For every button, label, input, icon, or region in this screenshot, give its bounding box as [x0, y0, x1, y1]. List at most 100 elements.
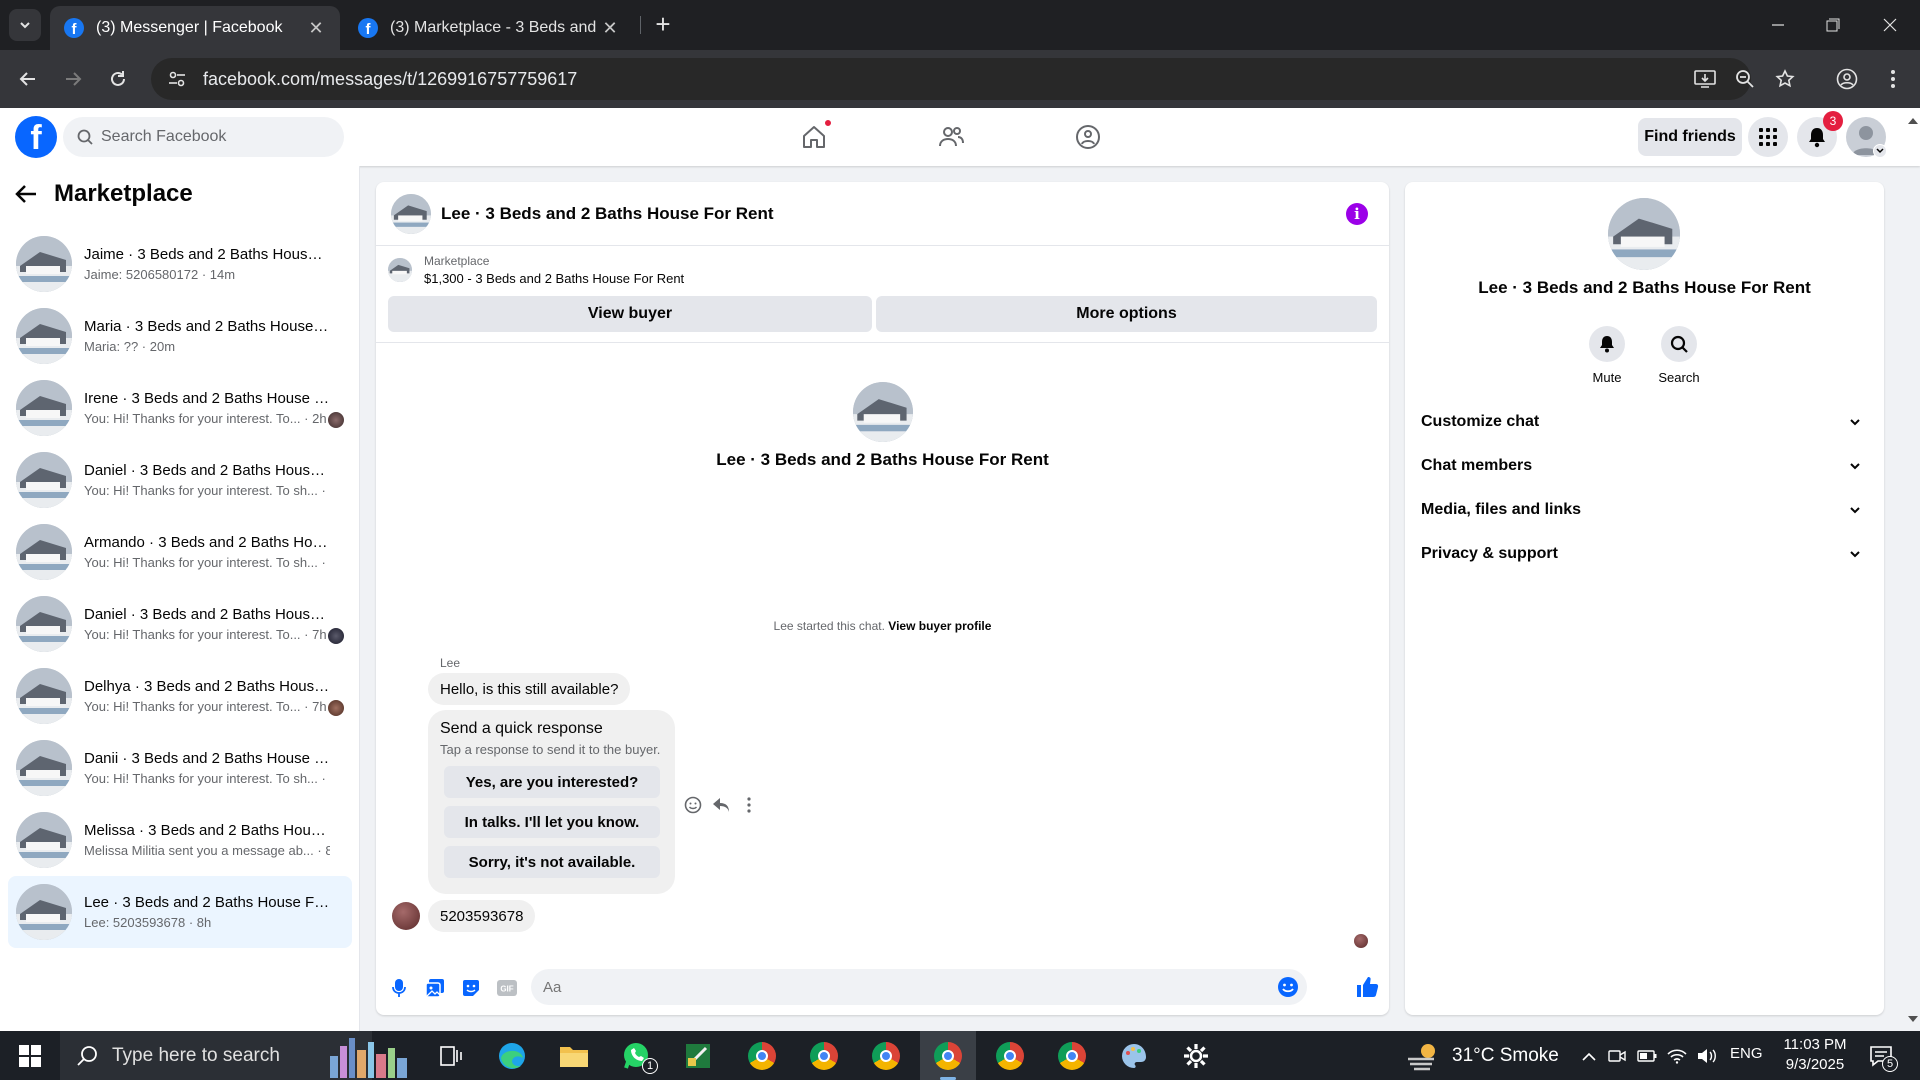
view-buyer-button[interactable]: View buyer — [388, 296, 872, 332]
sender-avatar[interactable] — [392, 902, 420, 930]
conversation-item[interactable]: Irene · 3 Beds and 2 Baths House For Ren… — [8, 372, 352, 444]
menu-button[interactable] — [1748, 117, 1788, 157]
wifi-icon[interactable] — [1666, 1045, 1688, 1067]
attach-media-button[interactable] — [424, 977, 446, 999]
conversation-item[interactable]: Daniel · 3 Beds and 2 Baths House For Re… — [8, 444, 352, 516]
chrome-profile-d[interactable] — [982, 1031, 1038, 1080]
gif-button[interactable]: GIF — [496, 977, 518, 999]
conversation-item[interactable]: Maria · 3 Beds and 2 Baths House For Ren… — [8, 300, 352, 372]
meet-now-icon[interactable] — [1606, 1045, 1628, 1067]
buyer-avatar-large[interactable] — [853, 382, 913, 442]
taskbar-search-input[interactable] — [112, 1044, 352, 1067]
view-buyer-profile-link[interactable]: View buyer profile — [888, 619, 991, 633]
conversation-item[interactable]: Armando · 3 Beds and 2 Baths House For R… — [8, 516, 352, 588]
back-arrow-icon[interactable] — [14, 184, 38, 204]
home-nav-button[interactable] — [794, 117, 834, 157]
facebook-search[interactable] — [63, 117, 344, 157]
chat-title[interactable]: Lee · 3 Beds and 2 Baths House For Rent — [441, 204, 774, 224]
install-app-icon[interactable] — [1692, 66, 1718, 92]
react-button[interactable] — [682, 794, 704, 816]
browser-menu-icon[interactable] — [1880, 66, 1906, 92]
message-input-box[interactable] — [531, 969, 1307, 1005]
message-input[interactable] — [543, 978, 1243, 996]
more-options-button[interactable]: More options — [876, 296, 1377, 332]
spreadsheet-app[interactable] — [670, 1031, 726, 1080]
friends-nav-button[interactable] — [931, 117, 971, 157]
show-hidden-icons[interactable] — [1578, 1045, 1600, 1067]
facebook-logo[interactable]: f — [15, 116, 57, 158]
sticker-button[interactable] — [460, 977, 482, 999]
scroll-up-arrow[interactable] — [1906, 113, 1920, 127]
system-clock[interactable]: 11:03 PM 9/3/2025 — [1770, 1035, 1860, 1075]
chrome-profile-b[interactable] — [796, 1031, 852, 1080]
quick-response-button[interactable]: Sorry, it's not available. — [444, 846, 660, 878]
voice-clip-button[interactable] — [388, 977, 410, 999]
find-friends-button[interactable]: Find friends — [1638, 118, 1742, 156]
forward-button[interactable] — [59, 65, 87, 93]
conversation-item[interactable]: Delhya · 3 Beds and 2 Baths House For Re… — [8, 660, 352, 732]
profile-icon[interactable] — [1834, 66, 1860, 92]
chrome-profile-a[interactable] — [734, 1031, 790, 1080]
details-avatar[interactable] — [1608, 198, 1680, 270]
whatsapp-app[interactable]: 1 — [608, 1031, 664, 1080]
back-button[interactable] — [14, 65, 42, 93]
weather-widget[interactable]: 31°C Smoke — [1406, 1031, 1559, 1080]
groups-nav-button[interactable] — [1068, 117, 1108, 157]
tab-marketplace[interactable]: f (3) Marketplace - 3 Beds and 2 Baths ✕ — [344, 6, 634, 50]
conversation-avatar — [16, 380, 72, 436]
reload-button[interactable] — [104, 65, 132, 93]
privacy-support-row[interactable]: Privacy & support — [1421, 532, 1868, 576]
account-chevron[interactable] — [1873, 144, 1887, 158]
chrome-profile-active[interactable] — [920, 1031, 976, 1080]
battery-icon[interactable] — [1636, 1045, 1658, 1067]
facebook-search-input[interactable] — [101, 128, 321, 146]
chat-members-row[interactable]: Chat members — [1421, 444, 1868, 488]
bookmark-star-icon[interactable] — [1772, 66, 1798, 92]
start-button[interactable] — [2, 1031, 58, 1080]
quick-response-button[interactable]: In talks. I'll let you know. — [444, 806, 660, 838]
chrome-profile-e[interactable] — [1044, 1031, 1100, 1080]
message-bubble[interactable]: Hello, is this still available? — [428, 673, 631, 705]
chrome-profile-c[interactable] — [858, 1031, 914, 1080]
conversation-item[interactable]: Jaime · 3 Beds and 2 Baths House For Ren… — [8, 228, 352, 300]
address-bar[interactable]: facebook.com/messages/t/1269916757759617 — [151, 58, 1751, 100]
customize-chat-row[interactable]: Customize chat — [1421, 400, 1868, 444]
message-bubble[interactable]: 5203593678 — [428, 900, 536, 932]
new-tab-button[interactable]: + — [650, 11, 676, 38]
restore-button[interactable] — [1813, 12, 1853, 38]
listing-strip[interactable]: Marketplace $1,300 - 3 Beds and 2 Baths … — [388, 254, 684, 286]
close-window-button[interactable] — [1870, 12, 1910, 38]
conversation-item[interactable]: Lee · 3 Beds and 2 Baths House For Rent L… — [8, 876, 352, 948]
site-settings-icon[interactable] — [157, 58, 197, 100]
notification-center-button[interactable]: 5 — [1866, 1043, 1898, 1072]
taskbar-search[interactable] — [60, 1031, 407, 1080]
quick-response-button[interactable]: Yes, are you interested? — [444, 766, 660, 798]
message-more-button[interactable] — [738, 794, 760, 816]
close-tab-icon[interactable]: ✕ — [306, 18, 326, 39]
settings-app[interactable] — [1168, 1031, 1224, 1080]
emoji-icon[interactable] — [1277, 976, 1299, 998]
input-language[interactable]: ENG — [1730, 1045, 1763, 1062]
tab-search-button[interactable] — [9, 9, 41, 41]
search-icon — [1670, 335, 1688, 353]
info-icon[interactable]: i — [1346, 203, 1368, 225]
task-view-button[interactable] — [423, 1031, 479, 1080]
conversation-item[interactable]: Melissa · 3 Beds and 2 Baths House For R… — [8, 804, 352, 876]
media-files-links-row[interactable]: Media, files and links — [1421, 488, 1868, 532]
volume-icon[interactable] — [1696, 1045, 1718, 1067]
conversation-item[interactable]: Danii · 3 Beds and 2 Baths House For Ren… — [8, 732, 352, 804]
conversation-item[interactable]: Daniel · 3 Beds and 2 Baths House For Re… — [8, 588, 352, 660]
mute-action[interactable]: Mute — [1577, 326, 1637, 385]
tab-messenger[interactable]: f (3) Messenger | Facebook ✕ — [50, 6, 340, 50]
reply-button[interactable] — [710, 794, 732, 816]
chat-avatar[interactable] — [391, 193, 431, 234]
zoom-icon[interactable] — [1732, 66, 1758, 92]
paint-app[interactable] — [1106, 1031, 1162, 1080]
close-tab-icon[interactable]: ✕ — [600, 18, 620, 39]
minimize-button[interactable] — [1758, 12, 1798, 38]
file-explorer-app[interactable] — [546, 1031, 602, 1080]
edge-app[interactable] — [484, 1031, 540, 1080]
search-action[interactable]: Search — [1649, 326, 1709, 385]
scroll-down-arrow[interactable] — [1906, 1012, 1920, 1026]
like-button[interactable] — [1354, 974, 1380, 1000]
